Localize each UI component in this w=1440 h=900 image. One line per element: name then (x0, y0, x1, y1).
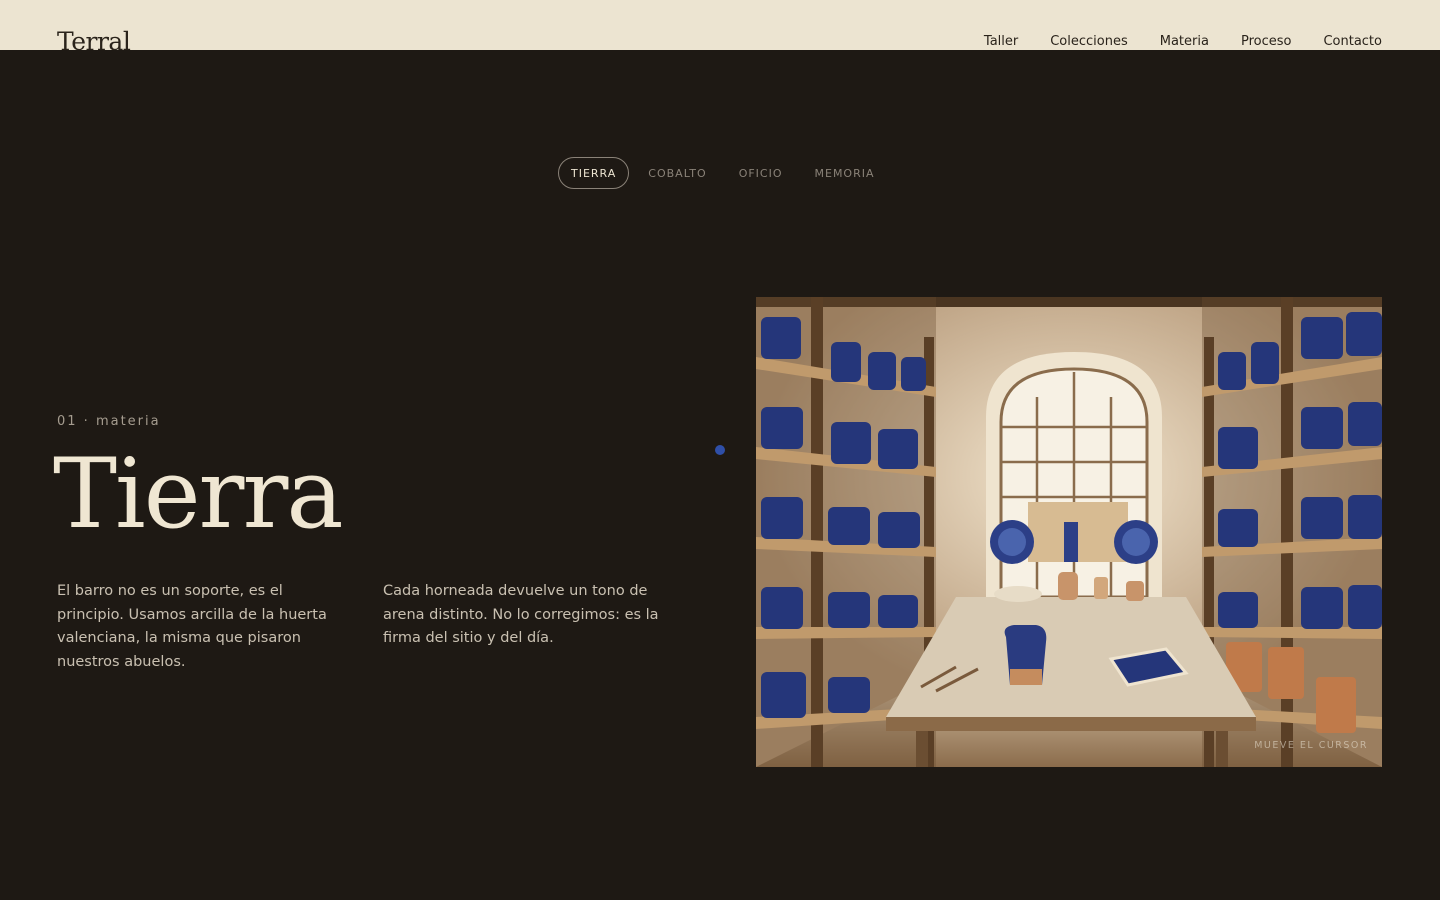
nav-link-contacto[interactable]: Contacto (1323, 34, 1382, 50)
section-eyebrow: 01 · materia (57, 414, 161, 429)
logo[interactable]: Terral (57, 27, 131, 50)
paragraph-2: Cada horneada devuelve un tono de arena … (383, 583, 659, 646)
nav-link-materia[interactable]: Materia (1160, 34, 1209, 50)
nav-link-taller[interactable]: Taller (984, 34, 1018, 50)
nav-link-proceso[interactable]: Proceso (1241, 34, 1292, 50)
cursor-hint: MUEVE EL CURSOR (1254, 740, 1368, 751)
paragraph-1: El barro no es un soporte, es el princip… (57, 583, 327, 670)
chapter-tabs: TIERRA COBALTO OFICIO MEMORIA (558, 157, 894, 189)
workshop-photo[interactable]: MUEVE EL CURSOR (756, 297, 1382, 767)
tab-tierra[interactable]: TIERRA (558, 157, 630, 189)
workshop-illustration (756, 297, 1382, 767)
cursor-dot (715, 445, 725, 455)
nav-link-colecciones[interactable]: Colecciones (1050, 34, 1128, 50)
site-header: Terral Taller Colecciones Materia Proces… (0, 0, 1440, 50)
tab-oficio[interactable]: OFICIO (726, 157, 796, 189)
section-title: Tierra (53, 438, 344, 550)
tab-cobalto[interactable]: COBALTO (635, 157, 719, 189)
tab-memoria[interactable]: MEMORIA (802, 157, 888, 189)
main-nav: Taller Colecciones Materia Proceso Conta… (984, 34, 1382, 50)
